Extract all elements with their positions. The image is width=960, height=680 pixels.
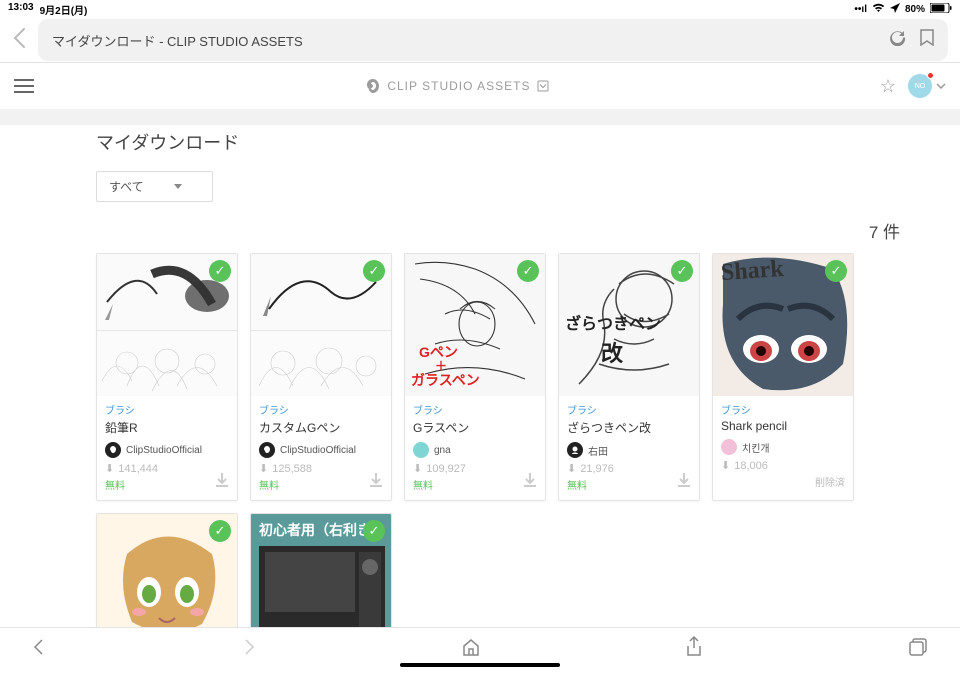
user-menu[interactable]: NO	[908, 74, 946, 98]
chevron-down-icon	[936, 83, 946, 89]
app-header: CLIP STUDIO ASSETS ☆ NO	[0, 63, 960, 109]
bookmark-icon[interactable]	[920, 29, 934, 51]
wifi-icon	[872, 3, 885, 16]
notification-dot	[927, 72, 934, 79]
download-button[interactable]	[213, 471, 231, 494]
asset-grid: ✓ ブラシ 鉛筆R ClipStudioOfficial ⬇ 141,444	[96, 253, 960, 651]
author-icon	[721, 439, 737, 455]
price: 無料	[413, 477, 537, 492]
category: ブラシ	[105, 402, 229, 417]
deleted-label: 削除済	[721, 474, 845, 489]
check-badge-icon: ✓	[517, 260, 539, 282]
price: 無料	[567, 477, 691, 492]
nav-forward-icon[interactable]	[244, 638, 256, 661]
asset-title: ざらつきペン改	[567, 419, 691, 436]
favorite-icon[interactable]: ☆	[880, 76, 896, 97]
download-count: 109,927	[426, 463, 466, 475]
author-name: 치킨개	[742, 440, 770, 455]
asset-card[interactable]: ✓ ブラシ カスタムGペン ClipStudioOfficial ⬇ 125,58…	[250, 253, 392, 501]
thumb-text: 改	[601, 336, 623, 368]
thumb-text: ざらつきペン	[565, 310, 661, 334]
back-button[interactable]	[12, 27, 26, 54]
download-icon: ⬇	[413, 462, 422, 475]
content-area: マイダウンロード すべて 7 件 ✓	[0, 125, 960, 680]
brand-icon	[365, 78, 381, 94]
download-icon: ⬇	[721, 459, 730, 472]
category: ブラシ	[259, 402, 383, 417]
download-button[interactable]	[675, 471, 693, 494]
browser-bar: マイダウンロード - CLIP STUDIO ASSETS	[0, 18, 960, 62]
page-url-title: マイダウンロード - CLIP STUDIO ASSETS	[52, 31, 303, 50]
check-badge-icon: ✓	[363, 520, 385, 542]
price: 無料	[105, 477, 229, 492]
category: ブラシ	[567, 402, 691, 417]
check-badge-icon: ✓	[363, 260, 385, 282]
battery-icon	[930, 3, 952, 16]
avatar: NO	[908, 74, 932, 98]
check-badge-icon: ✓	[671, 260, 693, 282]
author-icon	[105, 442, 121, 458]
result-count: 7 件	[96, 218, 900, 243]
price: 無料	[259, 477, 383, 492]
category: ブラシ	[413, 402, 537, 417]
download-button[interactable]	[521, 471, 539, 494]
menu-icon[interactable]	[14, 79, 34, 93]
chevron-down-icon	[174, 184, 182, 189]
status-time: 13:03	[8, 2, 34, 17]
battery-pct: 80%	[905, 4, 925, 15]
download-count: 125,588	[272, 463, 312, 475]
check-badge-icon: ✓	[209, 520, 231, 542]
asset-card[interactable]: ✓ ざらつきペン 改 ブラシ ざらつきペン改 右田 ⬇ 21,976 無料	[558, 253, 700, 501]
thumb-text: 初心者用（右利き	[259, 520, 371, 540]
asset-card[interactable]: ✓ ブラシ 鉛筆R ClipStudioOfficial ⬇ 141,444	[96, 253, 238, 501]
status-bar: 13:03 9月2日(月) ••ıl 80%	[0, 0, 960, 18]
asset-card[interactable]: ✓ Gペン ＋ ガラスペン ブラシ Gラスペン gna ⬇109,927 無料	[404, 253, 546, 501]
share-icon[interactable]	[685, 636, 703, 663]
status-date: 9月2日(月)	[40, 2, 88, 17]
category: ブラシ	[721, 402, 845, 417]
asset-title: Gラスペン	[413, 419, 537, 436]
asset-title: Shark pencil	[721, 419, 845, 433]
nav-back-icon[interactable]	[32, 638, 44, 661]
author-name: 右田	[588, 443, 608, 458]
author-icon	[567, 442, 583, 458]
download-icon: ⬇	[105, 462, 114, 475]
check-badge-icon: ✓	[209, 260, 231, 282]
author-name: ClipStudioOfficial	[126, 445, 202, 456]
home-indicator	[400, 663, 560, 667]
url-bar[interactable]: マイダウンロード - CLIP STUDIO ASSETS	[38, 19, 948, 61]
brand-title[interactable]: CLIP STUDIO ASSETS	[365, 78, 548, 94]
dropdown-icon	[537, 80, 549, 92]
download-button[interactable]	[367, 471, 385, 494]
signal-icon: ••ıl	[854, 4, 867, 15]
download-count: 141,444	[118, 463, 158, 475]
thumb-text: ガラスペン	[411, 370, 480, 390]
reload-icon[interactable]	[889, 29, 906, 51]
location-icon	[890, 3, 900, 16]
thumb-text: Shark	[720, 256, 784, 287]
author-icon	[413, 442, 429, 458]
author-name: gna	[434, 445, 451, 456]
asset-card[interactable]: ✓ Shark ブラシ Shark pencil 치킨개 ⬇18	[712, 253, 854, 501]
author-icon	[259, 442, 275, 458]
author-name: ClipStudioOfficial	[280, 445, 356, 456]
download-icon: ⬇	[259, 462, 268, 475]
tabs-icon[interactable]	[908, 638, 928, 661]
download-icon: ⬇	[567, 462, 576, 475]
asset-title: 鉛筆R	[105, 419, 229, 436]
filter-select[interactable]: すべて	[96, 171, 213, 202]
download-count: 21,976	[580, 463, 614, 475]
home-icon[interactable]	[461, 637, 481, 662]
check-badge-icon: ✓	[825, 260, 847, 282]
page-title: マイダウンロード	[96, 129, 960, 155]
download-count: 18,006	[734, 460, 768, 472]
asset-title: カスタムGペン	[259, 419, 383, 436]
